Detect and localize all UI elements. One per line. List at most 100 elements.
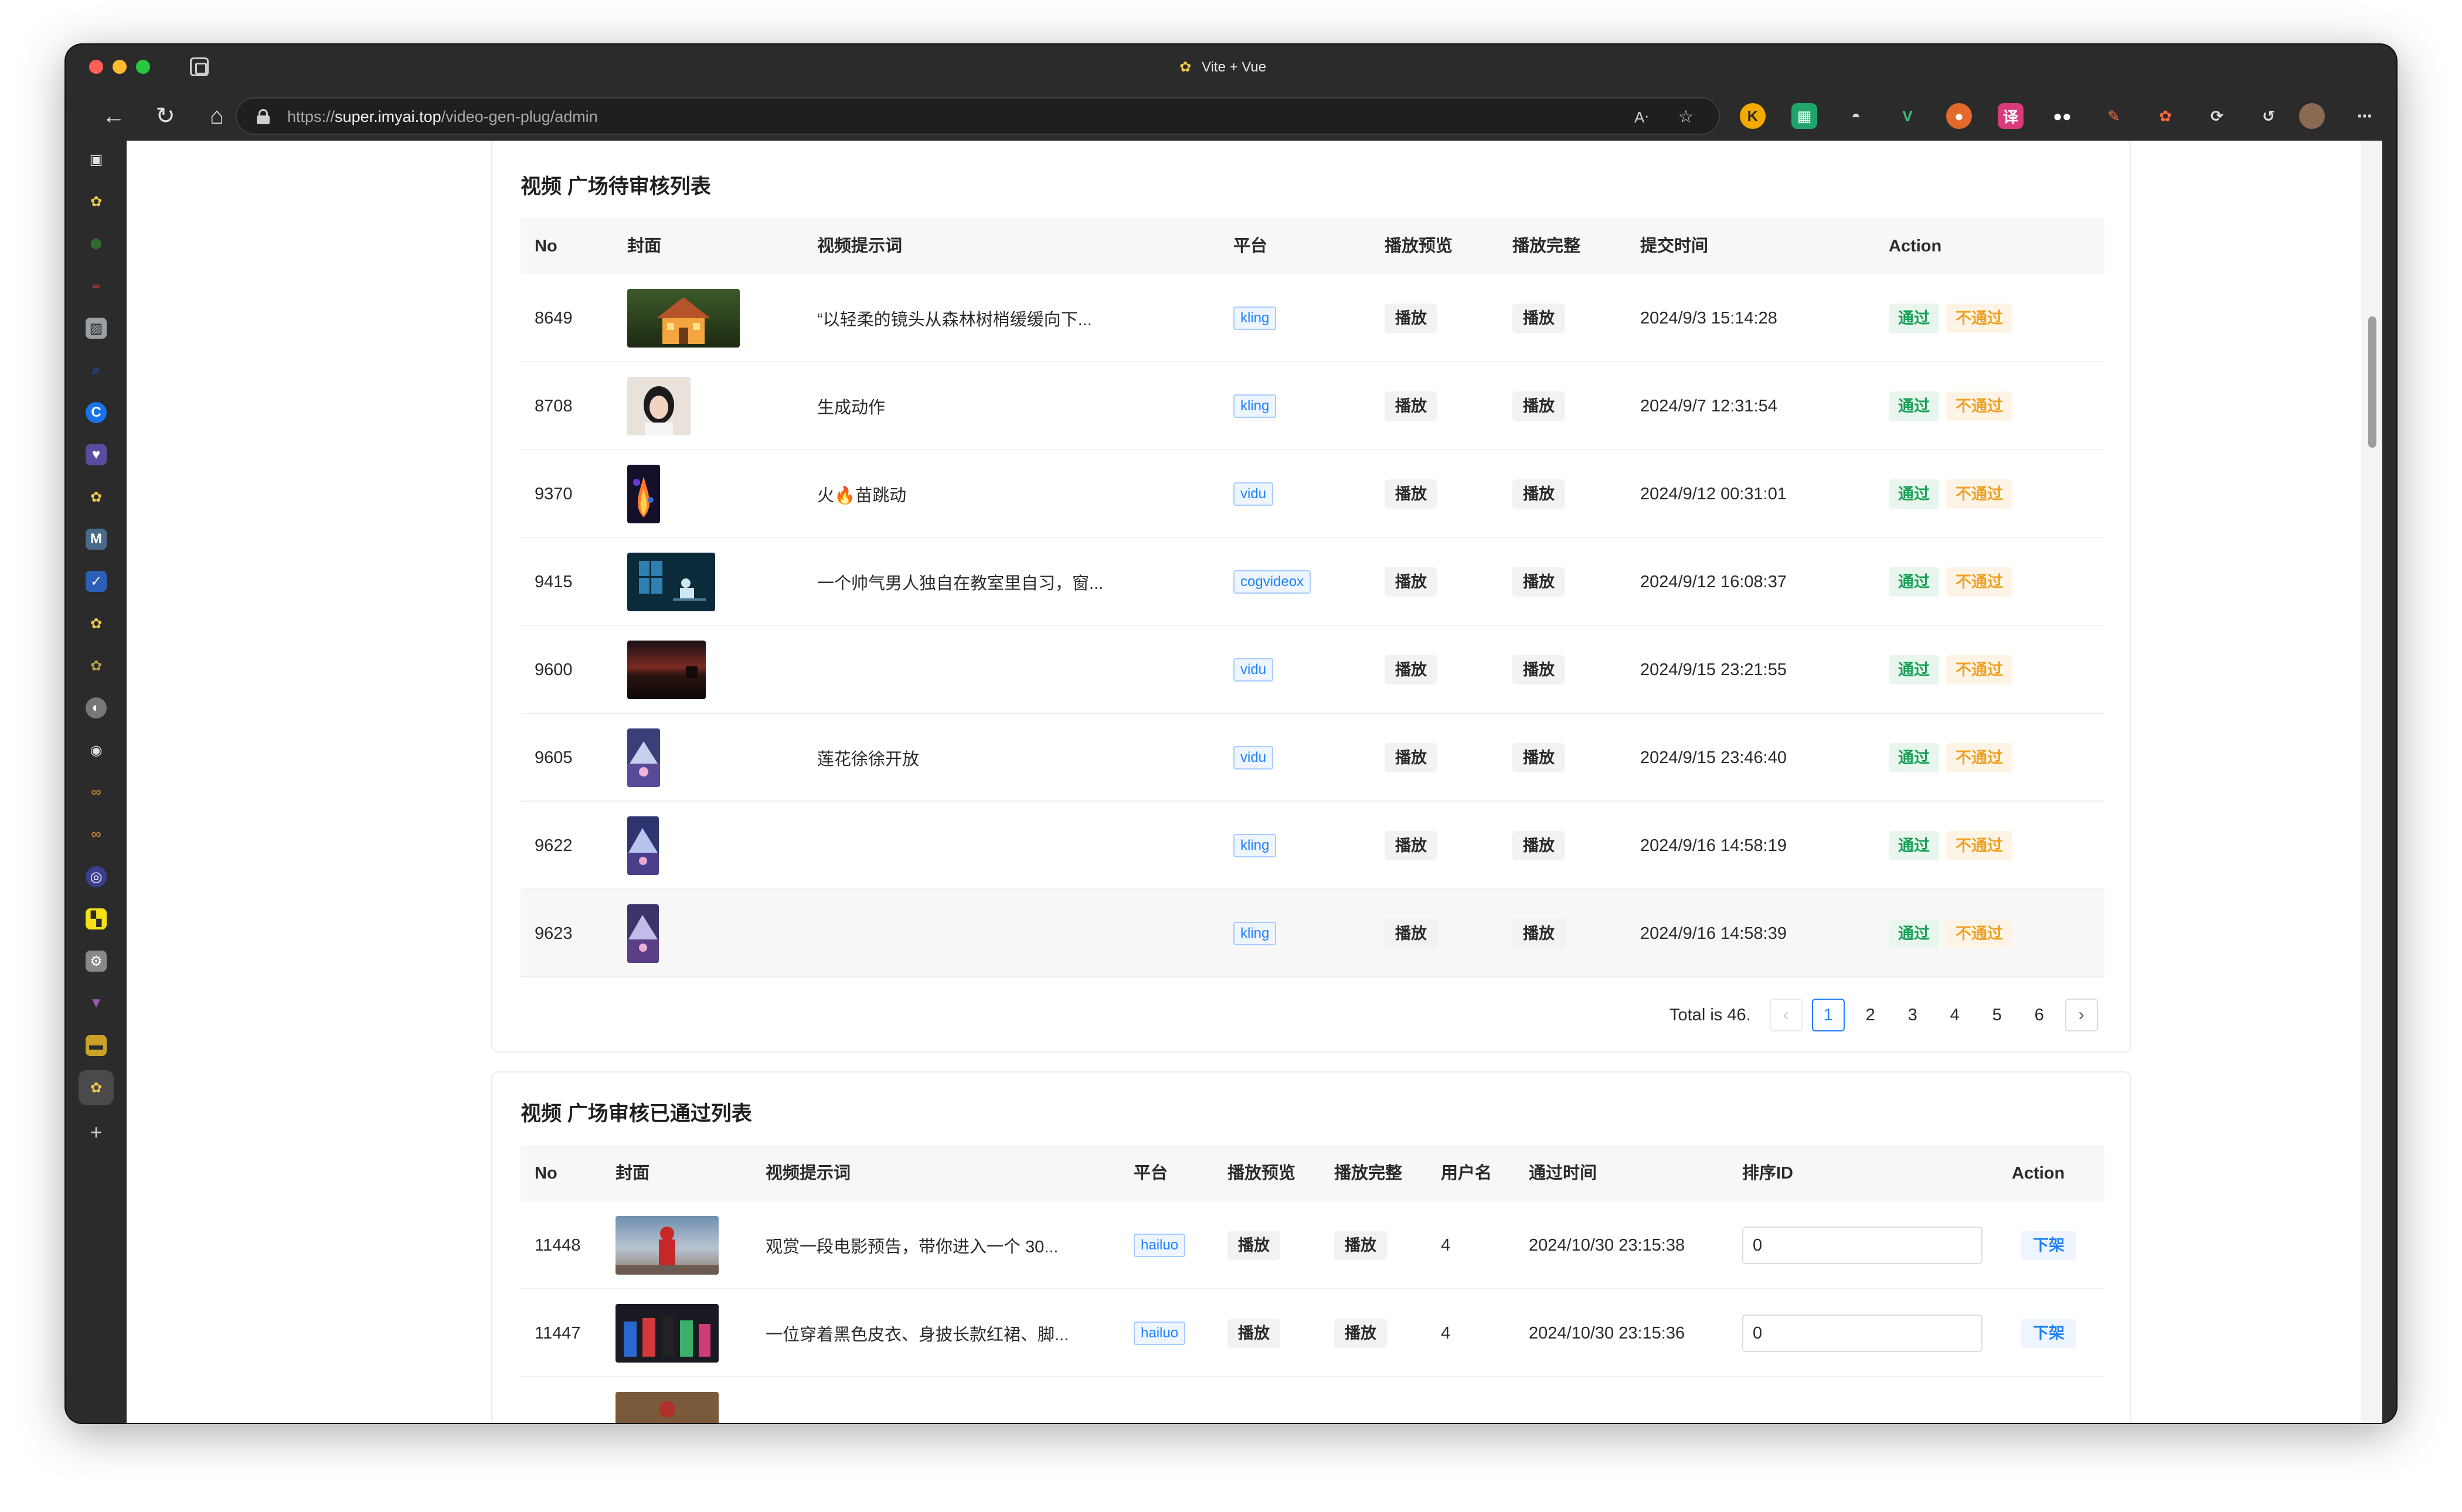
play-full-button[interactable]: 播放	[1512, 831, 1565, 860]
approve-button[interactable]: 通过	[1889, 831, 1939, 860]
new-tab-plus-icon[interactable]: +	[86, 1120, 107, 1144]
tab-openai-3-icon[interactable]: ✿	[86, 613, 107, 634]
tab-yellow-logo-icon[interactable]: ▚	[86, 908, 107, 929]
sidebar-toggle-icon[interactable]: ▣	[86, 149, 107, 170]
play-preview-button[interactable]: 播放	[1227, 1231, 1280, 1260]
extension-k-icon[interactable]: K	[1740, 103, 1766, 129]
reload-icon[interactable]: ↻	[149, 100, 182, 132]
play-preview-button[interactable]: 播放	[1385, 655, 1437, 685]
lock-icon[interactable]	[257, 109, 270, 124]
approve-button[interactable]: 通过	[1889, 391, 1939, 421]
cover-thumbnail[interactable]	[627, 465, 660, 523]
cover-thumbnail[interactable]	[627, 728, 660, 787]
cover-thumbnail[interactable]	[616, 1304, 719, 1363]
play-preview-button[interactable]: 播放	[1227, 1319, 1280, 1348]
page-button[interactable]: 4	[1939, 999, 1971, 1031]
reject-button[interactable]: 不通过	[1946, 919, 2012, 948]
workspaces-icon[interactable]	[190, 57, 209, 76]
approve-button[interactable]: 通过	[1889, 304, 1939, 333]
tab-purple-logo-icon[interactable]: ◎	[86, 866, 107, 887]
play-preview-button[interactable]: 播放	[1385, 831, 1437, 860]
cover-thumbnail[interactable]	[627, 816, 659, 875]
tab-co-logo-icon[interactable]: ∞	[86, 782, 107, 803]
approve-button[interactable]: 通过	[1889, 479, 1939, 509]
takedown-button[interactable]: 下架	[2021, 1319, 2076, 1348]
cover-thumbnail[interactable]	[627, 289, 740, 348]
extension-color-icon[interactable]: ●	[1946, 103, 1972, 129]
cover-thumbnail[interactable]	[616, 1392, 719, 1423]
tab-chart-icon[interactable]: ✓	[86, 571, 107, 592]
play-full-button[interactable]: 播放	[1512, 919, 1565, 948]
tab-gray-circle-icon[interactable]: ◐	[86, 697, 107, 718]
page-button[interactable]: 3	[1896, 999, 1929, 1031]
play-full-button[interactable]: 播放	[1512, 391, 1565, 421]
extension-spreadsheet-icon[interactable]: ▦	[1791, 103, 1817, 129]
history-icon[interactable]: ↺	[2256, 103, 2281, 129]
tab-shield-icon[interactable]: ⬢	[86, 233, 107, 254]
next-page-chevron-icon[interactable]: ›	[2065, 999, 2098, 1031]
approve-button[interactable]: 通过	[1889, 919, 1939, 948]
tab-settings-icon[interactable]: ⚙	[86, 951, 107, 972]
tab-red-logo-icon[interactable]: ∞	[86, 275, 107, 297]
more-menu-icon[interactable]: ⋯	[2352, 103, 2378, 129]
read-aloud-icon[interactable]: Aᐧ	[1630, 105, 1653, 129]
back-arrow-icon[interactable]: ←	[97, 100, 130, 132]
tab-github-icon[interactable]: ◉	[86, 740, 107, 761]
tab-gem-icon[interactable]: ▼	[86, 993, 107, 1014]
home-icon[interactable]: ⌂	[200, 100, 233, 132]
play-full-button[interactable]: 播放	[1512, 479, 1565, 509]
tab-co-logo-2-icon[interactable]: ∞	[86, 824, 107, 845]
cover-thumbnail[interactable]	[627, 904, 659, 963]
reject-button[interactable]: 不通过	[1946, 391, 2012, 421]
tab-search-icon[interactable]: ⌕	[86, 360, 107, 381]
page-button-current[interactable]: 1	[1811, 999, 1845, 1031]
tab-heart-icon[interactable]: ♥	[86, 444, 107, 465]
play-preview-button[interactable]: 播放	[1385, 743, 1437, 772]
tab-openai-2-icon[interactable]: ✿	[86, 486, 107, 508]
address-bar[interactable]: https://super.imyai.top/video-gen-plug/a…	[236, 97, 1720, 135]
prev-page-chevron-icon[interactable]: ‹	[1769, 999, 1803, 1031]
sort-id-input[interactable]	[1742, 1315, 1982, 1352]
cover-thumbnail[interactable]	[627, 377, 691, 435]
scrollbar-thumb[interactable]	[2368, 316, 2376, 448]
approve-button[interactable]: 通过	[1889, 567, 1939, 597]
play-preview-button[interactable]: 播放	[1385, 479, 1437, 509]
page-button[interactable]: 2	[1854, 999, 1887, 1031]
play-preview-button[interactable]: 播放	[1385, 304, 1437, 333]
page-button[interactable]: 6	[2023, 999, 2056, 1031]
extension-vue-icon[interactable]: V	[1895, 103, 1920, 129]
favorite-star-icon[interactable]: ☆	[1674, 105, 1698, 129]
approve-button[interactable]: 通过	[1889, 655, 1939, 685]
play-full-button[interactable]: 播放	[1334, 1231, 1387, 1260]
reject-button[interactable]: 不通过	[1946, 479, 2012, 509]
approve-button[interactable]: 通过	[1889, 743, 1939, 772]
extension-mask-icon[interactable]: ◓	[1843, 103, 1869, 129]
play-preview-button[interactable]: 播放	[1385, 391, 1437, 421]
minimize-window-button[interactable]	[113, 60, 127, 74]
page-button[interactable]: 5	[1981, 999, 2014, 1031]
play-preview-button[interactable]: 播放	[1385, 567, 1437, 597]
tab-m-logo-icon[interactable]: M	[86, 529, 107, 550]
tab-openai-icon[interactable]: ✿	[86, 191, 107, 212]
play-preview-button[interactable]: 播放	[1385, 919, 1437, 948]
extension-medium-icon[interactable]: ●●	[2049, 103, 2075, 129]
reject-button[interactable]: 不通过	[1946, 743, 2012, 772]
page-scrollbar[interactable]	[2361, 141, 2382, 1423]
play-full-button[interactable]: 播放	[1512, 743, 1565, 772]
extension-refresh-icon[interactable]: ⟳	[2204, 103, 2230, 129]
close-window-button[interactable]	[89, 60, 103, 74]
cover-thumbnail[interactable]	[627, 641, 706, 699]
reject-button[interactable]: 不通过	[1946, 655, 2012, 685]
play-full-button[interactable]: 播放	[1512, 567, 1565, 597]
reject-button[interactable]: 不通过	[1946, 831, 2012, 860]
takedown-button[interactable]: 下架	[2021, 1231, 2076, 1260]
tab-openai-4-icon[interactable]: ✿	[86, 655, 107, 676]
url-text[interactable]: https://super.imyai.top/video-gen-plug/a…	[287, 108, 598, 126]
cover-thumbnail[interactable]	[627, 553, 715, 611]
reject-button[interactable]: 不通过	[1946, 304, 2012, 333]
maximize-window-button[interactable]	[136, 60, 150, 74]
tab-active-openai-icon[interactable]: ✿	[79, 1070, 114, 1105]
play-full-button[interactable]: 播放	[1512, 655, 1565, 685]
extension-game-icon[interactable]: ✎	[2101, 103, 2127, 129]
cover-thumbnail[interactable]	[616, 1216, 719, 1275]
